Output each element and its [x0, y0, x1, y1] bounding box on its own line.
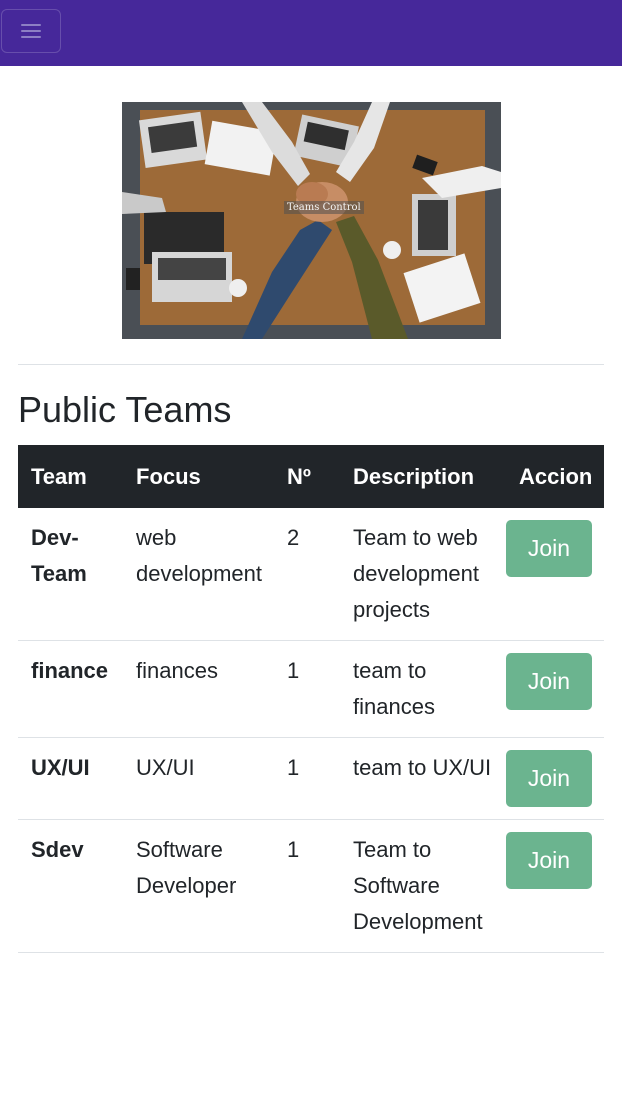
- team-name-cell: Dev-Team: [18, 508, 123, 641]
- table-header-row: Team Focus Nº Description Accion: [18, 445, 604, 508]
- section-divider: [18, 364, 604, 365]
- team-focus-cell: web development: [123, 508, 287, 641]
- team-focus-cell: finances: [123, 640, 287, 738]
- join-button[interactable]: Join: [506, 653, 592, 710]
- column-header-focus: Focus: [123, 445, 287, 508]
- column-header-team: Team: [18, 445, 123, 508]
- join-button[interactable]: Join: [506, 520, 592, 577]
- team-members-cell: 1: [287, 737, 340, 820]
- team-description-cell: team to finances: [340, 640, 506, 738]
- navbar-toggler-button[interactable]: [1, 9, 61, 53]
- hero-caption: Teams Control: [284, 201, 364, 214]
- team-members-cell: 2: [287, 508, 340, 641]
- team-action-cell: Join: [506, 640, 604, 738]
- hamburger-menu-icon: [21, 24, 41, 38]
- teams-table: Team Focus Nº Description Accion Dev-Tea…: [18, 445, 604, 953]
- join-button[interactable]: Join: [506, 750, 592, 807]
- team-description-cell: Team to Software Development: [340, 819, 506, 953]
- team-action-cell: Join: [506, 819, 604, 953]
- hero-image: Teams Control: [122, 102, 501, 339]
- team-action-cell: Join: [506, 737, 604, 820]
- team-name-cell: Sdev: [18, 819, 123, 953]
- team-members-cell: 1: [287, 819, 340, 953]
- team-members-cell: 1: [287, 640, 340, 738]
- team-name-cell: finance: [18, 640, 123, 738]
- team-name-cell: UX/UI: [18, 737, 123, 820]
- team-action-cell: Join: [506, 508, 604, 641]
- team-hands-photo: [122, 102, 501, 339]
- table-row: UX/UI UX/UI 1 team to UX/UI Join: [18, 737, 604, 820]
- top-navbar: [0, 0, 622, 66]
- table-row: finance finances 1 team to finances Join: [18, 640, 604, 738]
- table-row: Dev-Team web development 2 Team to web d…: [18, 508, 604, 641]
- team-description-cell: team to UX/UI: [340, 737, 506, 820]
- join-button[interactable]: Join: [506, 832, 592, 889]
- table-row: Sdev Software Developer 1 Team to Softwa…: [18, 819, 604, 953]
- team-description-cell: Team to web development projects: [340, 508, 506, 641]
- column-header-number: Nº: [287, 445, 340, 508]
- column-header-description: Description: [340, 445, 506, 508]
- page-title: Public Teams: [18, 389, 232, 430]
- team-focus-cell: UX/UI: [123, 737, 287, 820]
- column-header-action: Accion: [506, 445, 604, 508]
- team-focus-cell: Software Developer: [123, 819, 287, 953]
